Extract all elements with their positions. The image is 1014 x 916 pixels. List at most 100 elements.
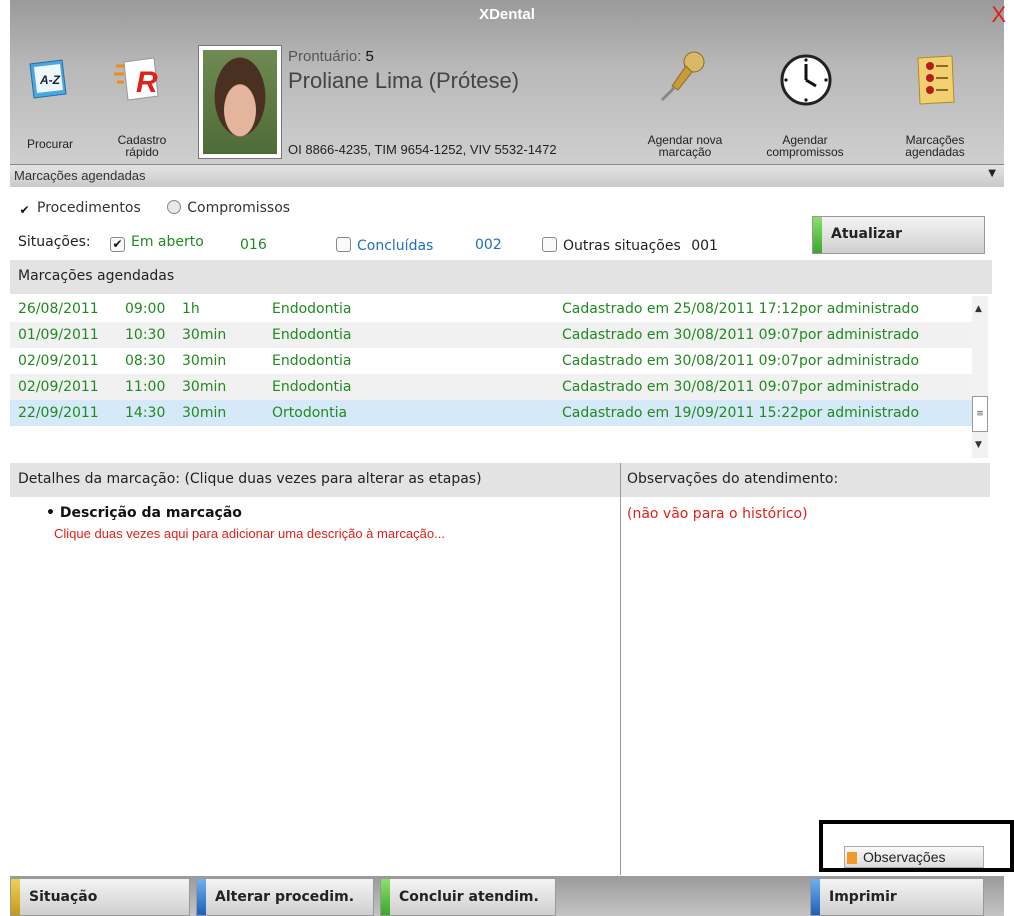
avatar (203, 50, 277, 154)
row-date: 02/09/2011 (18, 379, 99, 395)
row-time: 08:30 (125, 353, 166, 369)
open-label: Em aberto (131, 234, 204, 250)
observations-button[interactable]: Observações (844, 846, 984, 868)
other-filter[interactable]: Outras situações 001 (542, 237, 718, 254)
svg-text:R: R (136, 66, 158, 99)
patient-name: Proliane Lima (Prótese) (288, 68, 520, 93)
new-appointment-label: Agendar nova marcação (647, 133, 723, 159)
procedures-option[interactable]: ✔ Procedimentos (18, 200, 140, 217)
chevron-down-icon[interactable]: ▼ (988, 168, 996, 179)
window-title: XDental (479, 6, 535, 23)
pushpin-icon (660, 51, 705, 102)
patient-photo (198, 45, 282, 159)
record-field: Prontuário: 5 (288, 48, 374, 65)
row-registered: Cadastrado em 30/08/2011 09:07por admini… (562, 353, 920, 369)
finish-attendance-button[interactable]: Concluir atendim. (380, 878, 556, 916)
row-procedure: Ortodontia (272, 405, 348, 421)
table-row[interactable]: 02/09/2011 08:30 30min Endodontia Cadast… (10, 348, 980, 374)
search-button[interactable]: A-Z Procurar (14, 48, 86, 150)
row-registered: Cadastrado em 30/08/2011 09:07por admini… (562, 379, 920, 395)
details-header-label: Detalhes da marcação: (Clique duas vezes… (18, 471, 482, 487)
quick-register-icon: R (114, 57, 159, 101)
schedule-list-icon (917, 55, 955, 105)
blue-indicator (197, 879, 206, 915)
green-indicator (813, 217, 822, 253)
row-duration: 30min (182, 353, 227, 369)
scheduled-appointments-label: Marcações agendadas (905, 133, 965, 159)
print-button[interactable]: Imprimir (810, 878, 984, 916)
row-date: 26/08/2011 (18, 301, 99, 317)
list-scrollbar[interactable]: ▲ ≡ ▼ (972, 296, 988, 458)
other-label: Outras situações (563, 238, 681, 254)
row-registered: Cadastrado em 30/08/2011 09:07por admini… (562, 327, 920, 343)
new-appointment-button[interactable]: Agendar nova marcação (630, 48, 740, 158)
record-number: 5 (365, 48, 374, 65)
type-filter: ✔ Procedimentos Compromissos (18, 200, 290, 217)
address-book-icon: A-Z (29, 59, 67, 99)
open-count: 016 (240, 237, 267, 253)
open-filter[interactable]: ✔ Em aberto (110, 234, 204, 252)
schedule-commitments-label: Agendar compromissos (766, 133, 844, 159)
scroll-up-icon[interactable]: ▲ (975, 304, 982, 314)
row-procedure: Endodontia (272, 301, 352, 317)
checkbox-icon (542, 237, 557, 252)
description-title: • Descrição da marcação (46, 505, 242, 521)
green-indicator (381, 879, 390, 915)
scroll-thumb[interactable]: ≡ (972, 396, 988, 432)
row-registered: Cadastrado em 25/08/2011 17:12por admini… (562, 301, 920, 317)
checkbox-icon (336, 237, 351, 252)
print-label: Imprimir (829, 889, 897, 905)
done-count: 002 (475, 237, 502, 253)
commitments-option[interactable]: Compromissos (167, 200, 290, 216)
appointments-list: 26/08/2011 09:00 1h Endodontia Cadastrad… (10, 296, 988, 458)
radio-icon (167, 200, 182, 214)
table-row[interactable]: 02/09/2011 11:00 30min Endodontia Cadast… (10, 374, 980, 400)
schedule-commitments-button[interactable]: Agendar compromissos (750, 48, 860, 158)
change-procedure-label: Alterar procedim. (215, 889, 355, 905)
table-row-selected[interactable]: 22/09/2011 14:30 30min Ortodontia Cadast… (10, 400, 980, 426)
row-time: 10:30 (125, 327, 166, 343)
section-bar[interactable]: Marcações agendadas ▼ (10, 164, 1004, 187)
scheduled-appointments-button[interactable]: Marcações agendadas (880, 48, 990, 158)
table-row[interactable]: 01/09/2011 10:30 30min Endodontia Cadast… (10, 322, 980, 348)
section-title: Marcações agendadas (14, 168, 146, 183)
observations-header: Observações do atendimento: (621, 463, 990, 497)
yellow-indicator (11, 879, 20, 915)
row-procedure: Endodontia (272, 353, 352, 369)
quick-register-label: Cadastro rápido (117, 133, 167, 159)
patient-phones: OI 8866-4235, TIM 9654-1252, VIV 5532-14… (288, 142, 557, 157)
row-time: 11:00 (125, 379, 166, 395)
change-procedure-button[interactable]: Alterar procedim. (196, 878, 374, 916)
refresh-button[interactable]: Atualizar (812, 216, 985, 254)
row-time: 14:30 (125, 405, 166, 421)
quick-register-button[interactable]: R Cadastro rápido (106, 48, 178, 158)
svg-text:A-Z: A-Z (39, 73, 61, 87)
row-procedure: Endodontia (272, 327, 352, 343)
appointments-header-label: Marcações agendadas (18, 268, 175, 284)
observations-note[interactable]: (não vão para o histórico) (627, 506, 808, 522)
panel-divider (620, 463, 621, 875)
record-label: Prontuário: (288, 48, 362, 65)
footer-bar: Situação Alterar procedim. Concluir aten… (10, 876, 1004, 916)
checkbox-checked-icon: ✔ (110, 237, 125, 252)
table-row[interactable]: 26/08/2011 09:00 1h Endodontia Cadastrad… (10, 296, 980, 322)
row-duration: 30min (182, 327, 227, 343)
search-label: Procurar (26, 137, 73, 151)
details-header: Detalhes da marcação: (Clique duas vezes… (10, 463, 620, 497)
description-hint[interactable]: Clique duas vezes aqui para adicionar um… (54, 526, 445, 541)
header-toolbar: XDental X A-Z Procurar R Cadastro rápido… (10, 0, 1006, 164)
xdental-window: XDental X A-Z Procurar R Cadastro rápido… (0, 0, 1014, 916)
done-label: Concluídas (357, 238, 434, 254)
observations-button-label: Observações (863, 849, 946, 865)
row-procedure: Endodontia (272, 379, 352, 395)
refresh-label: Atualizar (831, 226, 903, 242)
done-filter[interactable]: Concluídas (336, 237, 433, 254)
situation-button[interactable]: Situação (10, 878, 190, 916)
close-icon[interactable]: X (991, 2, 1006, 28)
scroll-down-icon[interactable]: ▼ (975, 440, 982, 450)
row-duration: 30min (182, 405, 227, 421)
row-time: 09:00 (125, 301, 166, 317)
row-duration: 1h (182, 301, 200, 317)
row-duration: 30min (182, 379, 227, 395)
orange-indicator (847, 852, 857, 864)
